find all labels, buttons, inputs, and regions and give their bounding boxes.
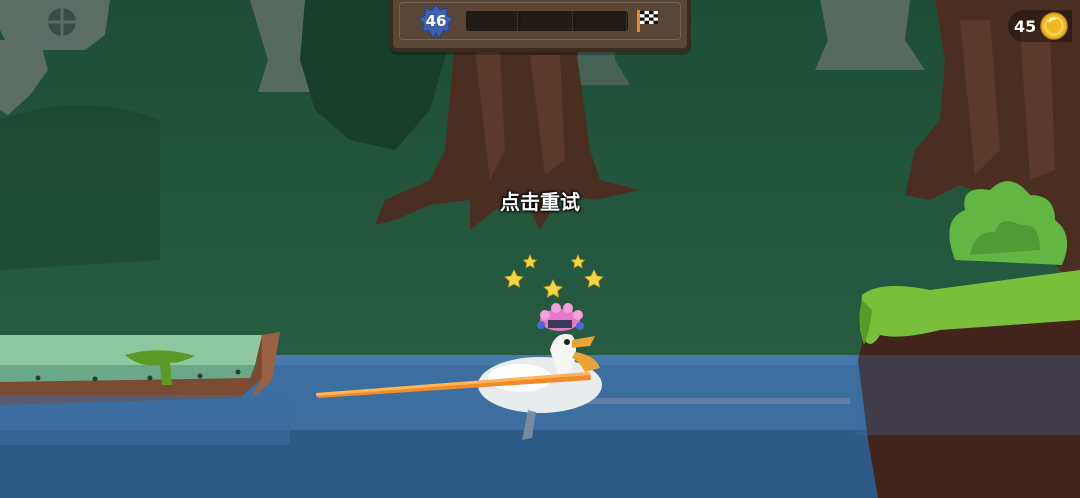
star-icon <box>504 269 524 288</box>
level-badge: 46 <box>418 3 454 39</box>
dizzy-stars <box>504 254 604 298</box>
swamp-background <box>0 0 1080 498</box>
checkered-flag-icon <box>637 10 658 32</box>
level-progress-bar <box>466 11 628 31</box>
star-icon <box>584 269 604 288</box>
coin-counter: 45 <box>1008 10 1073 42</box>
gold-coin-icon <box>1040 12 1069 40</box>
tap-to-retry-prompt[interactable]: 点击重试 <box>440 186 640 215</box>
coin-count: 45 <box>1014 16 1037 36</box>
star-icon <box>522 254 538 269</box>
star-icon <box>543 279 563 298</box>
star-icon <box>570 254 586 269</box>
level-number: 46 <box>425 12 447 30</box>
